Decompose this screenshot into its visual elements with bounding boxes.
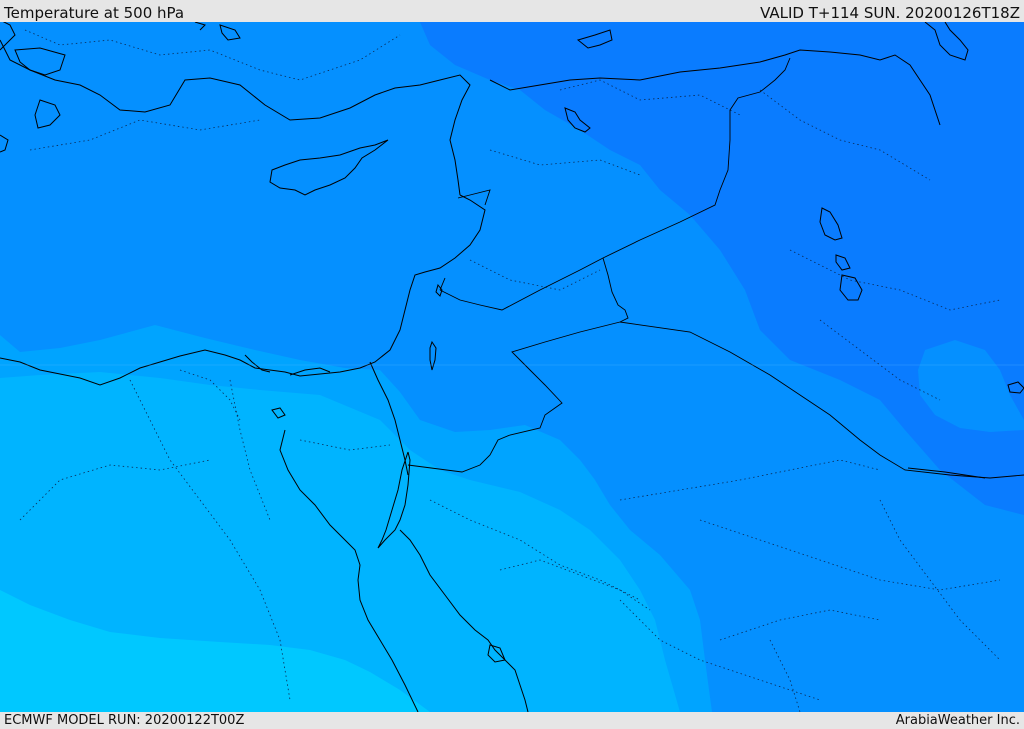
- footer-bar: ECMWF MODEL RUN: 20200122T00Z ArabiaWeat…: [0, 712, 1024, 729]
- temperature-map: [0, 22, 1024, 712]
- header-bar: Temperature at 500 hPa VALID T+114 SUN. …: [0, 0, 1024, 22]
- valid-time: VALID T+114 SUN. 20200126T18Z: [760, 4, 1020, 22]
- credit-text: ArabiaWeather Inc.: [895, 713, 1020, 728]
- map-title: Temperature at 500 hPa: [4, 4, 185, 22]
- model-run: ECMWF MODEL RUN: 20200122T00Z: [4, 713, 245, 728]
